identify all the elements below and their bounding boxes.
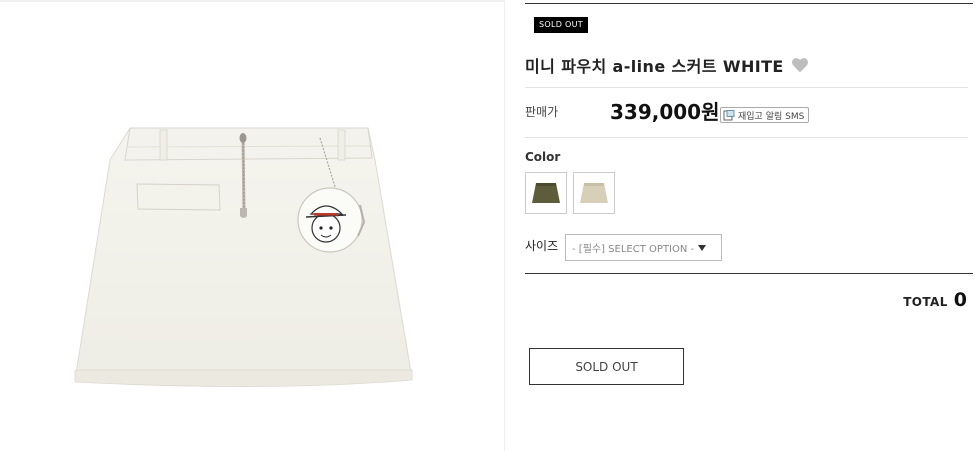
product-info: SOLD OUT 미니 파우치 a-line 스커트 WHITE 판매가 339… [505, 0, 975, 451]
price-label: 판매가 [525, 105, 559, 119]
product-image [74, 127, 413, 387]
sold-out-badge: SOLD OUT [534, 17, 588, 33]
divider [525, 87, 968, 88]
size-label: 사이즈 [525, 239, 559, 253]
restock-label: 재입고 알림 SMS [738, 111, 805, 122]
divider [525, 273, 973, 274]
beige-skirt-thumbnail [580, 183, 608, 203]
price-value: 339,000원 [610, 100, 720, 124]
color-option-beige[interactable] [573, 172, 615, 214]
caret-down-icon [698, 244, 707, 251]
total-label: TOTAL [903, 295, 948, 309]
color-label: Color [525, 150, 561, 164]
divider [525, 137, 968, 138]
title-row: 미니 파우치 a-line 스커트 WHITE [525, 53, 809, 77]
product-image-panel [0, 0, 505, 451]
total-value: 0 [953, 289, 967, 311]
color-option-khaki[interactable] [525, 172, 567, 214]
restock-sms-button[interactable]: 재입고 알림 SMS [720, 107, 810, 123]
divider [525, 3, 973, 4]
size-select-value: - [필수] SELECT OPTION - [572, 244, 695, 255]
size-select[interactable]: - [필수] SELECT OPTION - [565, 234, 722, 261]
sms-icon [723, 109, 735, 120]
heart-icon[interactable] [791, 57, 809, 73]
sold-out-button[interactable]: SOLD OUT [529, 348, 684, 385]
total-row: TOTAL 0 [903, 289, 967, 311]
khaki-skirt-thumbnail [532, 183, 560, 203]
product-title: 미니 파우치 a-line 스커트 WHITE [525, 57, 784, 76]
